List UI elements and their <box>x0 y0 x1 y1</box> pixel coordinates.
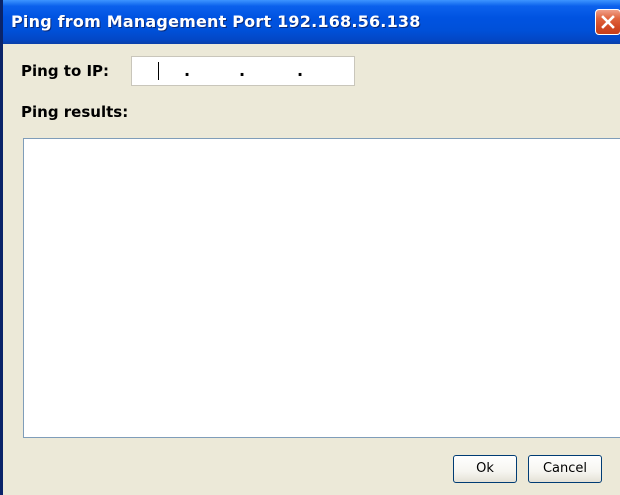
ping-dialog: Ping from Management Port 192.168.56.138… <box>0 0 620 495</box>
cancel-button[interactable]: Cancel <box>528 455 602 483</box>
ping-results-label: Ping results: <box>21 103 129 121</box>
ip-octet-separator: . <box>297 61 304 80</box>
close-button[interactable] <box>595 9 620 35</box>
ping-to-ip-label: Ping to IP: <box>21 62 110 80</box>
ping-results-area[interactable] <box>23 138 620 438</box>
title-bar[interactable]: Ping from Management Port 192.168.56.138 <box>3 0 620 44</box>
ip-octet-separator: . <box>239 61 246 80</box>
ip-address-field[interactable]: . . . <box>131 56 355 86</box>
ok-button[interactable]: Ok <box>453 455 517 483</box>
close-icon <box>601 15 615 29</box>
ip-octet-separator: . <box>184 61 191 80</box>
window-title: Ping from Management Port 192.168.56.138 <box>11 12 421 31</box>
text-caret <box>158 62 159 80</box>
